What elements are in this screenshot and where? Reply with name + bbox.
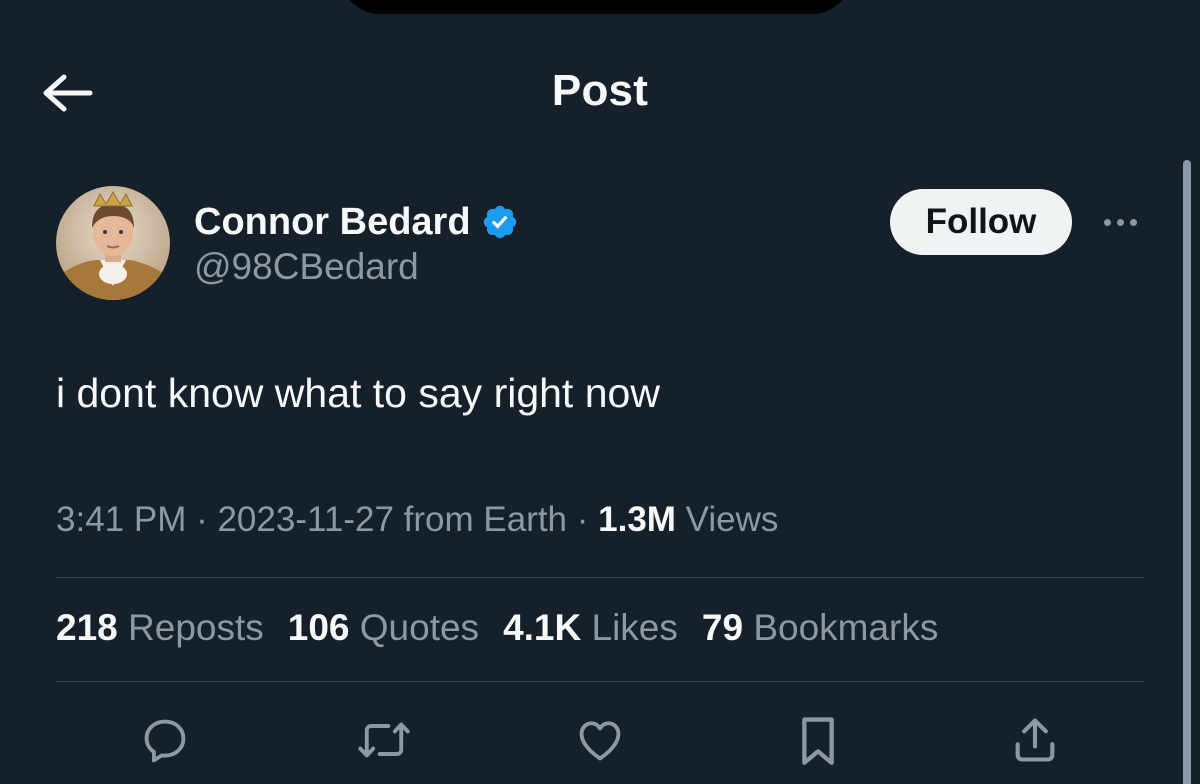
page-title: Post [551,66,649,115]
author-handle[interactable]: @98CBedard [194,246,419,288]
post-date[interactable]: 2023-11-27 [217,500,393,539]
post-time[interactable]: 3:41 PM [56,500,186,539]
device-notch [340,0,852,14]
post-source: from Earth [393,500,568,539]
reply-icon[interactable] [135,710,195,770]
repost-icon[interactable] [354,710,414,770]
bookmark-icon[interactable] [788,710,848,770]
top-bar: Post [0,60,1200,124]
stat-label: Likes [591,607,678,648]
stat-count: 79 [701,607,744,648]
stat-count: 106 [287,607,350,648]
stat-likes[interactable]: 4.1K Likes [503,607,678,649]
author-name-row: Connor Bedard [194,198,519,246]
divider [56,577,1144,578]
stat-count: 4.1K [503,607,582,648]
stat-label: Quotes [359,607,480,648]
more-dot [1129,218,1137,226]
more-dot [1116,218,1124,226]
meta-separator: · [186,500,218,539]
more-options-icon[interactable] [1096,204,1144,240]
views-label: Views [675,500,779,539]
post-meta: 3:41 PM · 2023-11-27 from Earth · 1.3M V… [56,500,778,540]
avatar[interactable] [56,186,170,300]
follow-button[interactable]: Follow [890,189,1072,255]
stat-quotes[interactable]: 106 Quotes [288,607,479,649]
more-dot [1103,218,1111,226]
stat-reposts[interactable]: 218 Reposts [56,607,264,649]
stat-count: 218 [56,607,118,648]
meta-separator: · [567,500,599,539]
post-screen: Post Connor Bedard @98CBedard Follow i d… [0,0,1200,784]
like-icon[interactable] [570,710,630,770]
scrollbar[interactable] [1183,160,1191,784]
engagement-stats: 218 Reposts 106 Quotes 4.1K Likes 79 Boo… [56,607,938,649]
stat-label: Bookmarks [753,607,939,648]
stat-bookmarks[interactable]: 79 Bookmarks [702,607,939,649]
divider [56,681,1144,682]
views-count: 1.3M [598,500,676,539]
action-bar [0,710,1200,770]
author-name[interactable]: Connor Bedard [194,201,471,244]
verified-badge-icon [481,203,519,241]
stat-label: Reposts [128,607,264,648]
post-text: i dont know what to say right now [56,370,660,416]
share-icon[interactable] [1005,710,1065,770]
avatar-image [56,186,170,300]
